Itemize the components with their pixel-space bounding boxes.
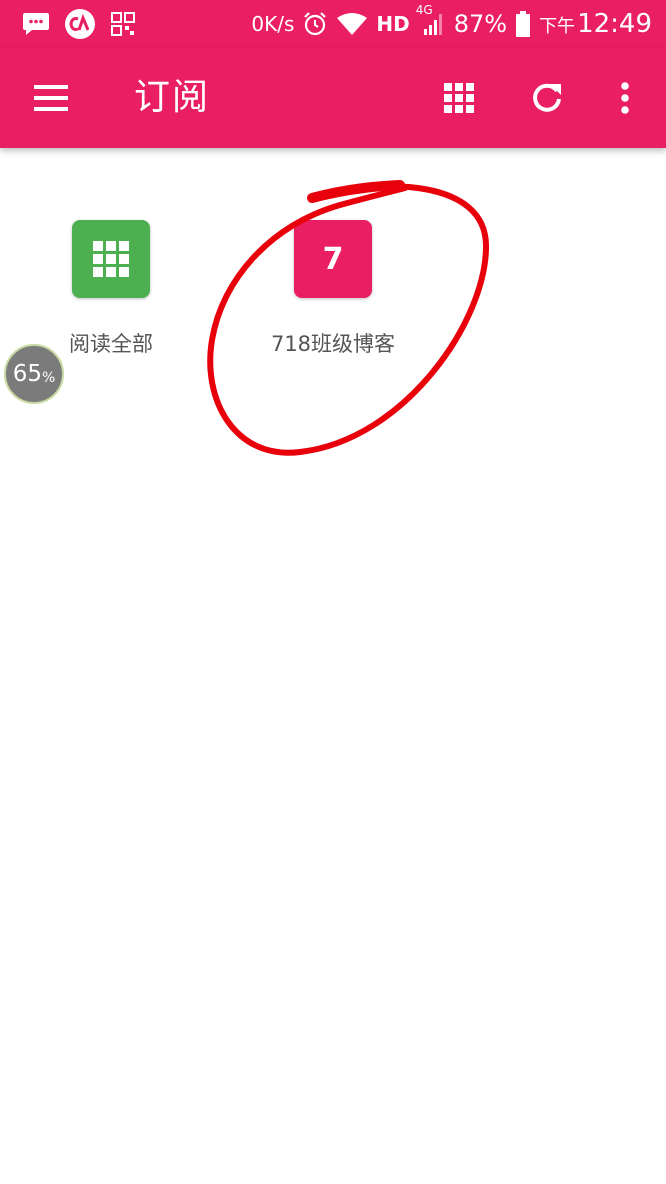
refresh-icon bbox=[533, 83, 561, 112]
floating-percent-badge[interactable]: 65% bbox=[4, 344, 64, 404]
ampm-label: 下午 bbox=[539, 16, 576, 37]
status-bar: 0K/s HD 4G 87% 下午 12:49 bbox=[0, 0, 666, 48]
menu-icon bbox=[34, 85, 68, 111]
grid-icon bbox=[93, 241, 129, 277]
badge-value: 65 bbox=[12, 361, 42, 387]
network-speed: 0K/s bbox=[251, 12, 295, 36]
alarm-icon bbox=[302, 11, 328, 37]
feed-initial: 7 bbox=[322, 241, 344, 277]
feed-item-class-blog[interactable]: 7 718班级博客 bbox=[243, 220, 423, 358]
signal-icon: 4G bbox=[416, 3, 446, 37]
read-all-tile bbox=[72, 220, 150, 298]
grid-view-button[interactable] bbox=[435, 74, 483, 122]
hd-indicator: HD bbox=[376, 12, 410, 36]
badge-unit: % bbox=[41, 370, 56, 386]
refresh-button[interactable] bbox=[523, 74, 571, 122]
page-title: 订阅 bbox=[134, 77, 211, 118]
clock-time: 12:49 bbox=[577, 9, 652, 39]
class-blog-tile: 7 bbox=[294, 220, 372, 298]
status-right-group: 0K/s HD 4G 87% 下午 12:49 bbox=[251, 3, 652, 42]
battery-percent: 87% bbox=[453, 10, 508, 38]
grid-view-icon bbox=[444, 83, 474, 113]
message-icon bbox=[22, 11, 50, 37]
clock-group: 下午 12:49 bbox=[539, 9, 652, 39]
feed-item-read-all[interactable]: 阅读全部 bbox=[21, 220, 201, 358]
ca-app-icon bbox=[64, 8, 96, 40]
more-vert-icon bbox=[621, 82, 629, 114]
battery-icon bbox=[515, 10, 531, 38]
wifi-icon bbox=[336, 12, 368, 36]
feed-label-class-blog: 718班级博客 bbox=[270, 332, 396, 356]
more-options-button[interactable] bbox=[601, 74, 649, 122]
network-type-label: 4G bbox=[415, 3, 433, 17]
menu-button[interactable] bbox=[30, 78, 74, 118]
app-toolbar: 订阅 bbox=[0, 48, 666, 148]
qr-icon bbox=[110, 11, 136, 37]
status-left-icons bbox=[22, 8, 136, 40]
